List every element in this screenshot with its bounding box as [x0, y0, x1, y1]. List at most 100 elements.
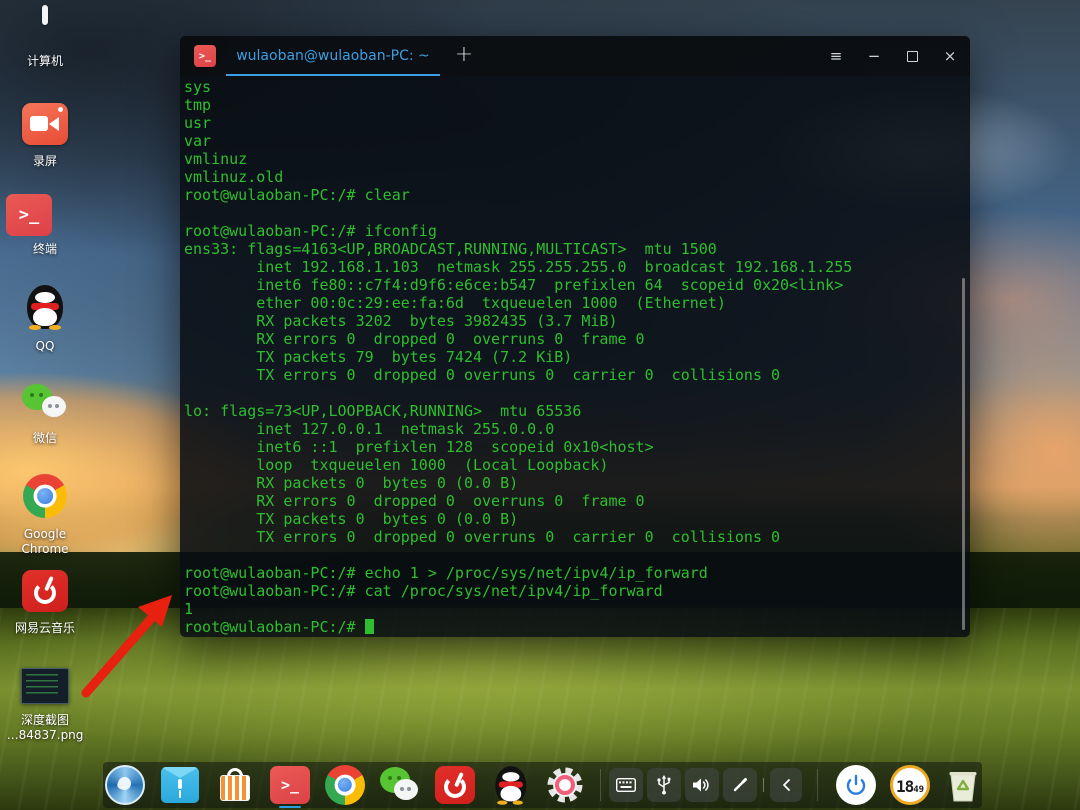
dock-tray [608, 768, 757, 802]
terminal-line: TX packets 79 bytes 7424 (7.2 KiB) [184, 348, 573, 366]
terminal-line: root@wulaoban-PC:/# echo 1 > /proc/sys/n… [184, 564, 708, 582]
dock-item-control-center[interactable] [545, 765, 585, 805]
terminal-line: tmp [184, 96, 212, 114]
desktop-icon-screenshot-file[interactable]: 深度截图 …84837.png [6, 668, 84, 743]
desktop-icon-label: 终端 [32, 242, 57, 256]
dock-item-launcher[interactable] [105, 765, 145, 805]
terminal-line: loop txqueuelen 1000 (Local Loopback) [184, 456, 609, 474]
desktop-icon-label: Google Chrome [21, 527, 69, 556]
terminal-line: root@wulaoban-PC:/# [184, 618, 970, 636]
dock-item-app-store[interactable] [215, 765, 255, 805]
dock-separator [600, 769, 601, 801]
terminal-line: RX packets 3202 bytes 3982435 (3.7 MiB) [184, 312, 618, 330]
dock-item-file-manager[interactable] [160, 765, 200, 805]
chrome-icon [23, 474, 67, 518]
terminal-line: ether 00:0c:29:ee:fa:6d txqueuelen 1000 … [184, 294, 726, 312]
window-controls: ≡ − × [824, 36, 962, 76]
launcher-icon [105, 765, 145, 805]
terminal-line: usr [184, 114, 212, 132]
terminal-output[interactable]: sys tmp usr var vmlinuz vmlinuz.old root@wulao… [180, 76, 970, 637]
desktop-icon-qq[interactable]: QQ [6, 284, 84, 354]
terminal-line: inet 127.0.0.1 netmask 255.0.0.0 [184, 420, 555, 438]
close-icon[interactable]: × [938, 44, 962, 68]
keyboard-layout-icon[interactable] [608, 768, 643, 802]
chrome-icon [325, 765, 365, 805]
terminal-line: inet 192.168.1.103 netmask 255.255.255.0… [184, 258, 853, 276]
minimize-icon[interactable]: − [862, 44, 886, 68]
clock-minute: 49 [913, 785, 925, 795]
terminal-line: var [184, 132, 212, 150]
dock: >_ 18 49 [103, 762, 982, 808]
collapse-chevron-icon[interactable] [769, 768, 803, 802]
dock-item-chrome[interactable] [325, 765, 365, 805]
dock-item-wechat[interactable] [380, 765, 420, 805]
terminal-app-icon: >_ [194, 45, 216, 67]
wechat-icon [380, 765, 420, 805]
desktop-icon-wechat[interactable]: 微信 [6, 382, 84, 446]
app-store-icon [216, 766, 254, 804]
terminal-line: root@wulaoban-PC:/# ifconfig [184, 222, 437, 240]
desktop-icon-terminal[interactable]: >_ 终端 [6, 194, 84, 257]
desktop-icon-label: 深度截图 …84837.png [6, 713, 84, 742]
dock-item-terminal[interactable]: >_ [270, 765, 310, 808]
desktop-icon-label: QQ [35, 339, 55, 353]
desktop-icon-chrome[interactable]: Google Chrome [6, 474, 84, 557]
terminal-line: inet6 fe80::c7f4:d9f6:e6ce:b547 prefixle… [184, 276, 844, 294]
terminal-lines: sys tmp usr var vmlinuz vmlinuz.old root@wulao… [184, 78, 970, 636]
active-app-indicator [279, 806, 301, 808]
terminal-line: TX packets 0 bytes 0 (0.0 B) [184, 510, 519, 528]
settings-gear-icon [546, 766, 584, 804]
desktop-icon-label: 网易云音乐 [14, 621, 75, 635]
terminal-scrollbar[interactable] [962, 278, 965, 630]
qq-icon [493, 765, 527, 805]
desktop-icon-label: 计算机 [26, 54, 63, 68]
computer-icon [21, 5, 69, 48]
terminal-cursor [364, 619, 374, 634]
maximize-icon[interactable] [900, 44, 924, 68]
terminal-tab[interactable]: wulaoban@wulaoban-PC: ~ [226, 36, 440, 76]
dock-item-netease-music[interactable] [435, 765, 475, 805]
clock-hour: 18 [895, 777, 914, 796]
screenshot-thumbnail-icon [21, 668, 69, 704]
dock-apps: >_ [105, 765, 585, 808]
desktop-icon-netease-music[interactable]: 网易云音乐 [6, 570, 84, 636]
usb-device-icon[interactable] [646, 768, 681, 802]
desktop-icon-computer[interactable]: 计算机 [6, 5, 84, 69]
terminal-line: sys [184, 78, 212, 96]
desktop-icon-screen-recorder[interactable]: 录屏 [6, 103, 84, 169]
terminal-line: root@wulaoban-PC:/# cat /proc/sys/net/ip… [184, 582, 663, 600]
terminal-line: lo: flags=73<UP,LOOPBACK,RUNNING> mtu 65… [184, 402, 582, 420]
dock-item-qq[interactable] [490, 765, 530, 805]
wechat-icon [22, 382, 68, 422]
trash-icon[interactable] [944, 765, 982, 805]
dock-separator [817, 769, 819, 801]
terminal-window: >_ wulaoban@wulaoban-PC: ~ + ≡ − × sys tm… [180, 36, 970, 637]
terminal-line: RX errors 0 dropped 0 overruns 0 frame 0 [184, 330, 645, 348]
terminal-line: vmlinuz [184, 150, 248, 168]
desktop-icon-label: 录屏 [32, 154, 57, 168]
screen-recorder-icon [22, 103, 68, 145]
terminal-line: RX packets 0 bytes 0 (0.0 B) [184, 474, 519, 492]
terminal-line: vmlinuz.old [184, 168, 284, 186]
shutdown-power-icon[interactable] [836, 765, 877, 805]
terminal-titlebar[interactable]: >_ wulaoban@wulaoban-PC: ~ + ≡ − × [180, 36, 970, 76]
terminal-icon: >_ [270, 766, 310, 804]
tray-mini-separator [762, 778, 764, 792]
menu-icon[interactable]: ≡ [824, 44, 848, 68]
terminal-line: ens33: flags=4163<UP,BROADCAST,RUNNING,M… [184, 240, 717, 258]
terminal-icon: >_ [6, 194, 52, 236]
new-tab-button[interactable]: + [448, 36, 480, 76]
terminal-line: root@wulaoban-PC:/# clear [184, 186, 410, 204]
file-manager-icon [161, 767, 199, 803]
dock-plugins: 18 49 [836, 765, 982, 805]
terminal-line: 1 [184, 600, 194, 618]
screenshot-pen-icon[interactable] [722, 768, 757, 802]
netease-music-icon [22, 570, 68, 612]
netease-music-icon [435, 766, 475, 804]
terminal-line: TX errors 0 dropped 0 overruns 0 carrier… [184, 528, 781, 546]
volume-icon[interactable] [684, 768, 719, 802]
clock-widget[interactable]: 18 49 [890, 765, 931, 805]
